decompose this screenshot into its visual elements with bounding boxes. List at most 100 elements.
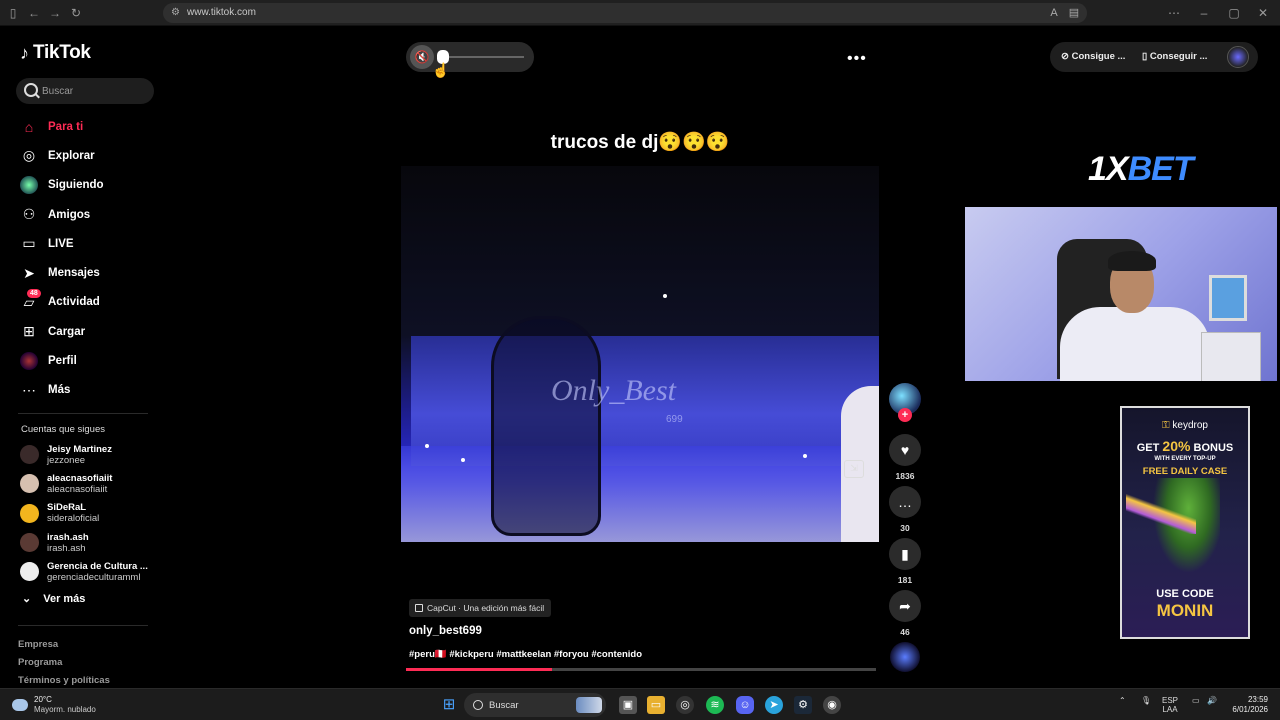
browser-app-icon[interactable]: ◎ xyxy=(676,696,694,714)
ad-code: MONIN xyxy=(1156,601,1214,620)
language-indicator[interactable]: ESP LAA xyxy=(1162,696,1178,714)
capcut-badge[interactable]: CapCut · Una edición más fácil xyxy=(409,599,552,617)
profile-avatar-icon xyxy=(20,352,38,371)
notification-badge: 48 xyxy=(27,288,41,298)
system-clock[interactable]: 23:59 6/01/2026 xyxy=(1226,695,1268,715)
footer-link[interactable]: Programa xyxy=(18,657,62,668)
more-options-icon[interactable]: ••• xyxy=(847,50,867,68)
avatar xyxy=(20,445,39,465)
display-icon[interactable]: ▭ xyxy=(1192,696,1200,705)
webcam-frame xyxy=(1209,275,1247,321)
webcam-overlay xyxy=(965,207,1277,381)
bookmark-icon[interactable]: ▮ xyxy=(889,538,921,570)
top-actions: ⊘ Consigue ... ▯ Conseguir ... xyxy=(1050,42,1258,72)
following-item[interactable]: Gerencia de Cultura ... gerenciadecultura… xyxy=(20,557,170,586)
save-action[interactable]: ▮ 181 xyxy=(887,538,923,585)
picture-in-picture-icon[interactable]: ⇲ xyxy=(844,460,864,478)
comment-action[interactable]: … 30 xyxy=(887,486,923,533)
volume-track[interactable] xyxy=(446,56,524,58)
ad-subline: WITH EVERY TOP-UP xyxy=(1154,456,1216,462)
video-author[interactable]: only_best699 xyxy=(409,625,482,637)
following-avatar-icon xyxy=(20,176,38,195)
taskbar-search[interactable]: Buscar xyxy=(464,693,606,717)
restore-icon[interactable]: ▢ xyxy=(1227,6,1241,20)
discord-icon[interactable]: ☺ xyxy=(736,696,754,714)
task-view-icon[interactable]: ▣ xyxy=(619,696,637,714)
ver-mas-button[interactable]: ⌄ Ver más xyxy=(22,592,85,606)
video-progress-fill xyxy=(406,668,552,671)
video-progress-bar[interactable] xyxy=(406,668,876,671)
steam-icon[interactable]: ⚙ xyxy=(794,696,812,714)
site-info-icon[interactable]: ⚙ xyxy=(171,6,185,20)
weather-widget[interactable]: 20°C Mayorm. nublado xyxy=(12,695,96,715)
address-bar[interactable]: ⚙ www.tiktok.com A ▤ xyxy=(163,3,1087,23)
volume-control[interactable]: 🔇 xyxy=(406,42,534,72)
back-icon[interactable]: ← xyxy=(27,6,41,20)
close-icon[interactable]: ✕ xyxy=(1256,6,1270,20)
main-nav: ⌂ Para ti ◎ Explorar Siguiendo ⚇ Amigos … xyxy=(0,112,170,405)
user-avatar[interactable] xyxy=(1227,46,1249,68)
sidebar-toggle-icon[interactable]: ▯ xyxy=(6,6,20,20)
reader-icon[interactable]: ▤ xyxy=(1067,6,1081,20)
comment-icon[interactable]: … xyxy=(889,486,921,518)
avatar xyxy=(20,474,39,494)
file-explorer-icon[interactable]: ▭ xyxy=(647,696,665,714)
share-arrow-icon[interactable]: ➦ xyxy=(889,590,921,622)
following-item[interactable]: irash.ash irash.ash xyxy=(20,528,170,557)
like-action[interactable]: ♥ 1836 xyxy=(887,434,923,481)
avatar xyxy=(20,503,39,523)
nav-item-siguiendo[interactable]: Siguiendo xyxy=(0,171,170,200)
microphone-icon[interactable]: 🎙 xyxy=(1141,696,1151,705)
show-hidden-icons[interactable]: ⌃ xyxy=(1119,696,1126,705)
footer-link[interactable]: Empresa xyxy=(18,639,58,650)
following-item[interactable]: aleacnasofiaiit aleacnasofiaiit xyxy=(20,469,170,498)
capcut-icon xyxy=(415,604,423,612)
nav-item-cargar[interactable]: ⊞ Cargar xyxy=(0,317,170,346)
get-coins-button[interactable]: ⊘ Consigue ... xyxy=(1061,51,1125,62)
video-hashtags[interactable]: #peru🇵🇪 #kickperu #mattkeelan #foryou #c… xyxy=(409,649,642,660)
volume-icon[interactable]: 🔊 xyxy=(1207,696,1217,705)
avatar xyxy=(20,562,39,582)
windows-taskbar: 20°C Mayorm. nublado ⊞ Buscar ▣ ▭ ◎ ≋ ☺ ➤… xyxy=(0,688,1280,720)
footer-link[interactable]: Términos y políticas xyxy=(18,675,110,686)
spotify-icon[interactable]: ≋ xyxy=(706,696,724,714)
telegram-icon[interactable]: ➤ xyxy=(765,696,783,714)
search-input[interactable] xyxy=(42,82,147,100)
share-action[interactable]: ➦ 46 xyxy=(887,590,923,637)
minimize-icon[interactable]: – xyxy=(1197,6,1211,20)
tiktok-logo[interactable]: ♪ TikTok xyxy=(20,42,91,64)
nav-item-actividad[interactable]: ▱ 48 Actividad xyxy=(0,288,170,317)
forward-icon[interactable]: → xyxy=(48,6,62,20)
nav-item-amigos[interactable]: ⚇ Amigos xyxy=(0,200,170,229)
1xbet-logo: 1XBET xyxy=(1088,150,1194,188)
following-item[interactable]: Jeisy Martinez jezzonee xyxy=(20,440,170,469)
windows-start-icon[interactable]: ⊞ xyxy=(440,696,458,714)
live-icon: ▭ xyxy=(22,235,36,252)
video-player[interactable]: Only_Best 699 ⇲ xyxy=(401,166,879,542)
sidebar: ♪ TikTok ⌂ Para ti ◎ Explorar Siguiendo … xyxy=(0,26,170,686)
translate-icon[interactable]: A xyxy=(1047,6,1061,20)
muted-speaker-icon[interactable]: 🔇 xyxy=(410,45,434,69)
cloud-icon xyxy=(12,699,28,711)
video-watermark: Only_Best xyxy=(551,374,676,407)
nav-item-mas[interactable]: ⋯ Más xyxy=(0,376,170,405)
plus-square-icon: ⊞ xyxy=(23,323,35,340)
nav-item-explorar[interactable]: ◎ Explorar xyxy=(0,141,170,170)
nav-item-perfil[interactable]: Perfil xyxy=(0,346,170,375)
nav-item-live[interactable]: ▭ LIVE xyxy=(0,229,170,258)
heart-icon[interactable]: ♥ xyxy=(889,434,921,466)
reload-icon[interactable]: ↻ xyxy=(69,6,83,20)
ad-use-code: USE CODE xyxy=(1156,588,1214,600)
nav-item-para-ti[interactable]: ⌂ Para ti xyxy=(0,112,170,141)
nav-item-mensajes[interactable]: ➤ Mensajes xyxy=(0,258,170,287)
more-icon[interactable]: ⋯ xyxy=(1167,6,1181,20)
avatar xyxy=(20,533,39,553)
get-app-button[interactable]: ▯ Conseguir ... xyxy=(1142,51,1207,62)
following-item[interactable]: SiDeRaL sideraloficial xyxy=(20,499,170,528)
video-frame xyxy=(803,454,807,458)
app-icon[interactable]: ◉ xyxy=(823,696,841,714)
follow-plus-icon[interactable]: + xyxy=(898,408,912,422)
music-disc-icon[interactable] xyxy=(890,642,920,672)
home-icon: ⌂ xyxy=(24,118,34,135)
search-box[interactable] xyxy=(16,78,154,104)
